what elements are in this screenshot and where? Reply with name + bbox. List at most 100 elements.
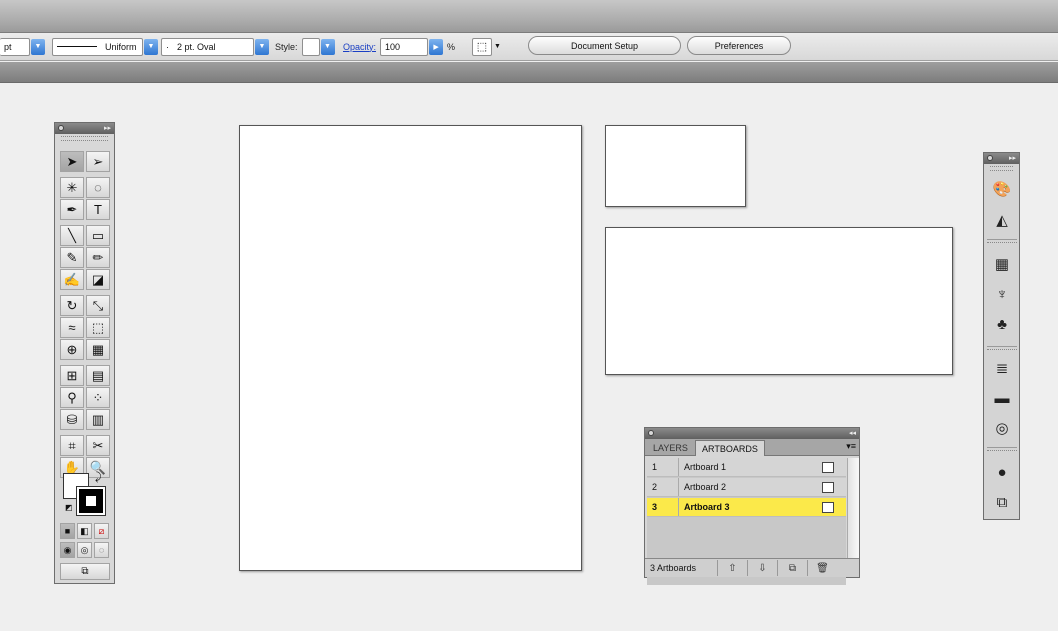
tab-artboards[interactable]: ARTBOARDS (695, 440, 765, 456)
symbol-sprayer-tool-icon[interactable]: ⛁ (60, 409, 84, 430)
symbols-panel-icon[interactable]: ♣ (992, 314, 1012, 334)
color-panel-icon[interactable]: 🎨 (992, 179, 1012, 199)
close-icon[interactable] (987, 155, 993, 161)
stroke-panel-icon[interactable]: ≣ (992, 358, 1012, 378)
transparency-panel-icon[interactable]: ◎ (992, 418, 1012, 438)
type-tool-icon[interactable]: T (86, 199, 110, 220)
rectangle-tool-icon[interactable]: ▭ (86, 225, 110, 246)
gradient-fill-icon[interactable]: ◧ (77, 523, 92, 539)
warp-tool-icon[interactable]: ≈ (60, 317, 84, 338)
move-up-icon[interactable]: ⇧ (717, 560, 747, 576)
slice-tool-icon[interactable]: ✂ (86, 435, 110, 456)
stroke-swatch[interactable] (76, 486, 106, 516)
blob-brush-tool-icon[interactable]: ✍ (60, 269, 84, 290)
draw-inside-icon[interactable]: ◌ (94, 542, 109, 558)
artboard-options-icon[interactable] (822, 501, 834, 513)
artboard-options-icon[interactable] (822, 481, 834, 493)
artboard-2-canvas[interactable] (605, 125, 746, 207)
move-down-icon[interactable]: ⇩ (747, 560, 777, 576)
brush-definition-control[interactable]: · 2 pt. Oval ▼ (161, 37, 269, 56)
eyedropper-tool-icon[interactable]: ⚲ (60, 387, 84, 408)
dock-grip[interactable] (990, 166, 1013, 171)
chevron-down-icon[interactable]: ▼ (255, 38, 269, 55)
graphic-styles-panel-icon[interactable]: ⧉ (992, 492, 1012, 512)
close-icon[interactable] (648, 430, 654, 436)
swatches-panel-icon[interactable]: ▦ (992, 254, 1012, 274)
chevron-down-icon[interactable]: ▼ (31, 38, 45, 55)
selection-tool-icon[interactable]: ➤ (60, 151, 84, 172)
artboard-name[interactable]: Artboard 1 (679, 462, 822, 472)
paintbrush-tool-icon[interactable]: ✎ (60, 247, 84, 268)
blend-tool-icon[interactable]: ⁘ (86, 387, 110, 408)
collapse-icon[interactable]: ◂◂ (849, 428, 856, 439)
units-control[interactable]: pt ▼ (0, 37, 45, 56)
opacity-input[interactable]: 100 (380, 37, 429, 56)
appearance-panel-icon[interactable]: ● (992, 462, 1012, 482)
new-artboard-icon[interactable]: ⧉ (777, 560, 807, 576)
artboard-name[interactable]: Artboard 2 (679, 482, 822, 492)
color-guide-icon[interactable]: ◭ (992, 210, 1012, 230)
panel-dock: ▸▸ 🎨 ◭ ▦ ♆ ♣ ≣ ▬ ◎ ● ⧉ (983, 152, 1020, 520)
direct-selection-tool-icon[interactable]: ➢ (86, 151, 110, 172)
list-item[interactable]: 3 Artboard 3 (647, 498, 846, 517)
tab-layers[interactable]: LAYERS (647, 440, 694, 456)
swap-fill-stroke-icon[interactable]: ⤸ (95, 471, 102, 484)
panel-grip[interactable] (61, 136, 108, 141)
shape-builder-tool-icon[interactable]: ⊕ (60, 339, 84, 360)
brushes-panel-icon[interactable]: ♆ (992, 284, 1012, 304)
opacity-link[interactable]: Opacity: (343, 42, 376, 52)
opacity-control[interactable]: Opacity: 100 ▶ % (343, 37, 455, 56)
tools-panel-header[interactable]: ▸▸ (55, 123, 114, 134)
chevron-down-icon[interactable]: ▼ (320, 38, 335, 55)
document-setup-button[interactable]: Document Setup (528, 36, 681, 55)
artboard-options-icon[interactable] (822, 461, 834, 473)
line-tool-icon[interactable]: ╲ (60, 225, 84, 246)
eraser-tool-icon[interactable]: ◪ (86, 269, 110, 290)
style-label: Style: (275, 41, 298, 52)
color-fill-icon[interactable]: ■ (60, 523, 75, 539)
artboard-3-canvas[interactable] (605, 227, 953, 375)
expand-icon[interactable]: ▸▸ (104, 123, 111, 134)
perspective-grid-tool-icon[interactable]: ▦ (86, 339, 110, 360)
units-field[interactable]: pt (0, 37, 30, 56)
delete-artboard-icon[interactable]: 🗑 (807, 560, 837, 576)
lasso-tool-icon[interactable]: ◌ (86, 177, 110, 198)
list-item[interactable]: 1 Artboard 1 (647, 458, 846, 477)
expand-icon[interactable]: ▸▸ (1009, 153, 1016, 164)
column-graph-tool-icon[interactable]: ▥ (86, 409, 110, 430)
pencil-tool-icon[interactable]: ✏ (86, 247, 110, 268)
artboard-name[interactable]: Artboard 3 (679, 502, 822, 512)
gradient-tool-icon[interactable]: ▤ (86, 365, 110, 386)
chevron-down-icon[interactable]: ▼ (494, 43, 501, 50)
stroke-profile-control[interactable]: Uniform ▼ (52, 37, 158, 56)
default-colors-icon[interactable]: ◩ (65, 503, 73, 512)
list-item[interactable]: 2 Artboard 2 (647, 478, 846, 497)
pen-tool-icon[interactable]: ✒ (60, 199, 84, 220)
tool-group-spacer (60, 173, 110, 176)
artboard-tool-icon[interactable]: ⌗ (60, 435, 84, 456)
draw-normal-icon[interactable]: ◉ (60, 542, 75, 558)
screen-mode-icon[interactable]: ⧉ (60, 563, 110, 580)
preferences-button[interactable]: Preferences (687, 36, 791, 55)
close-icon[interactable] (58, 125, 64, 131)
free-transform-tool-icon[interactable]: ⬚ (86, 317, 110, 338)
chevron-down-icon[interactable]: ▼ (144, 38, 158, 55)
magic-wand-tool-icon[interactable]: ✳ (60, 177, 84, 198)
panel-menu-icon[interactable]: ▾≡ (846, 441, 856, 452)
mesh-tool-icon[interactable]: ⊞ (60, 365, 84, 386)
select-similar-control[interactable]: ⬚ ▼ (472, 37, 501, 56)
select-similar-icon[interactable]: ⬚ (472, 37, 492, 56)
chevron-right-icon[interactable]: ▶ (429, 38, 444, 55)
dock-header[interactable]: ▸▸ (984, 153, 1019, 164)
rotate-tool-icon[interactable]: ↻ (60, 295, 84, 316)
draw-behind-icon[interactable]: ◎ (77, 542, 92, 558)
gradient-panel-icon[interactable]: ▬ (992, 388, 1012, 408)
style-control[interactable]: Style: ▼ (275, 37, 335, 56)
vertical-scrollbar[interactable] (847, 458, 859, 574)
artboard-1-canvas[interactable] (239, 125, 582, 571)
dock-separator (987, 346, 1017, 350)
none-fill-icon[interactable]: ⧄ (94, 523, 109, 539)
style-swatch[interactable] (301, 37, 320, 56)
scale-tool-icon[interactable]: ⤡ (86, 295, 110, 316)
artboards-panel-header[interactable]: ◂◂ (645, 428, 859, 439)
